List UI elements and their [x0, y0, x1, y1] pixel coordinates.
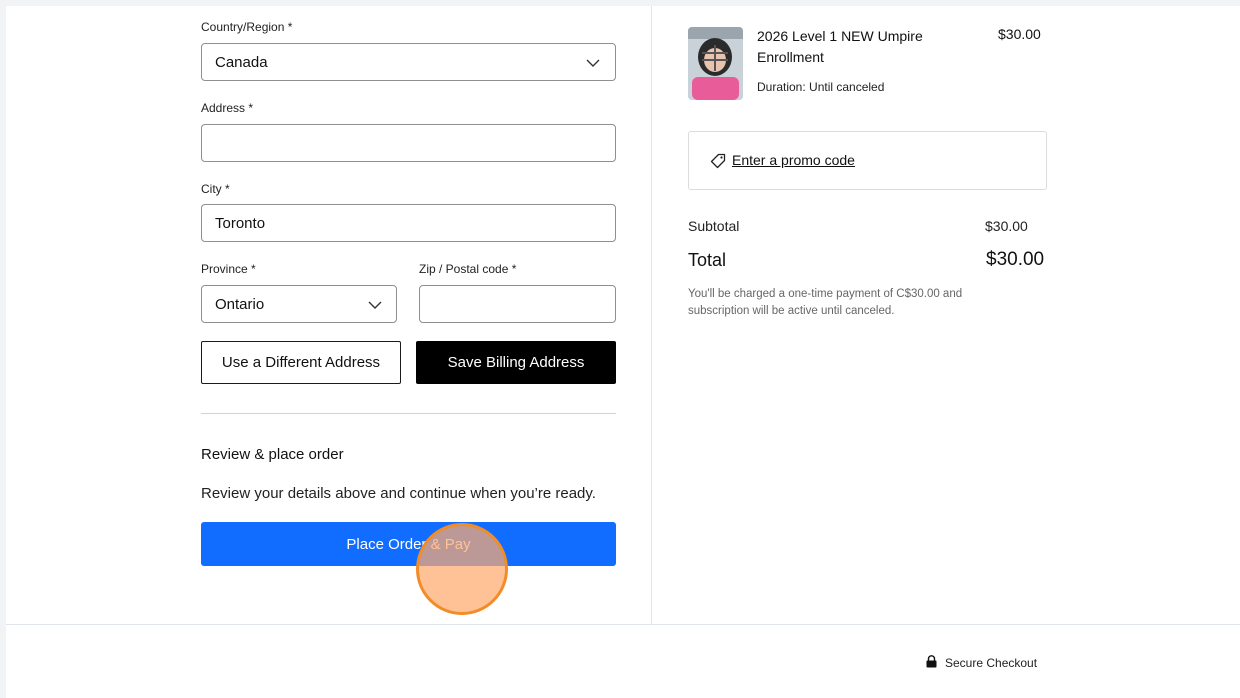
product-title-line2: Enrollment: [757, 49, 824, 65]
address-input[interactable]: [202, 125, 615, 161]
place-order-button[interactable]: Place Order & Pay: [201, 522, 616, 566]
column-divider: [651, 6, 652, 624]
subtotal-label: Subtotal: [688, 218, 740, 234]
product-image: [688, 27, 743, 100]
zip-label: Zip / Postal code *: [419, 262, 517, 276]
secure-checkout-label: Secure Checkout: [945, 656, 1038, 670]
payment-note-line1: You'll be charged a one-time payment of …: [688, 288, 963, 300]
click-highlight: [416, 523, 508, 615]
product-duration: Duration: Until canceled: [757, 80, 885, 94]
province-value: Ontario: [215, 296, 265, 313]
tag-icon: [710, 153, 726, 169]
review-text: Review your details above and continue w…: [201, 485, 596, 502]
city-label: City *: [201, 182, 230, 196]
product-title-line1: 2026 Level 1 NEW Umpire: [757, 28, 923, 44]
save-billing-address-button[interactable]: Save Billing Address: [416, 341, 616, 384]
province-label: Province *: [201, 262, 256, 276]
product-title: 2026 Level 1 NEW Umpire Enrollment: [757, 26, 923, 68]
city-field[interactable]: Toronto: [201, 204, 616, 242]
province-select[interactable]: Ontario: [201, 285, 397, 323]
product-price: $30.00: [998, 26, 1041, 42]
payment-note-line2: subscription will be active until cancel…: [688, 305, 895, 317]
checkout-page: [6, 6, 1240, 698]
payment-note: You'll be charged a one-time payment of …: [688, 286, 962, 320]
lock-icon: [926, 655, 937, 668]
address-field[interactable]: [201, 124, 616, 162]
section-divider: [201, 413, 616, 414]
subtotal-value: $30.00: [985, 218, 1028, 234]
total-value: $30.00: [986, 249, 1045, 270]
chevron-down-icon: [368, 301, 382, 309]
chevron-down-icon: [586, 59, 600, 67]
total-label: Total: [688, 250, 727, 270]
use-different-address-button[interactable]: Use a Different Address: [201, 341, 401, 384]
promo-code-box[interactable]: Enter a promo code: [688, 131, 1047, 190]
country-select[interactable]: Canada: [201, 43, 616, 81]
country-value: Canada: [215, 54, 268, 71]
promo-code-link[interactable]: Enter a promo code: [732, 152, 855, 168]
zip-input[interactable]: [420, 286, 615, 322]
review-heading: Review & place order: [201, 446, 344, 463]
zip-field[interactable]: [419, 285, 616, 323]
product-thumbnail: [688, 27, 743, 100]
address-label: Address *: [201, 101, 254, 115]
footer-divider: [6, 624, 1240, 625]
country-label: Country/Region *: [201, 20, 293, 34]
city-value: Toronto: [215, 215, 266, 232]
